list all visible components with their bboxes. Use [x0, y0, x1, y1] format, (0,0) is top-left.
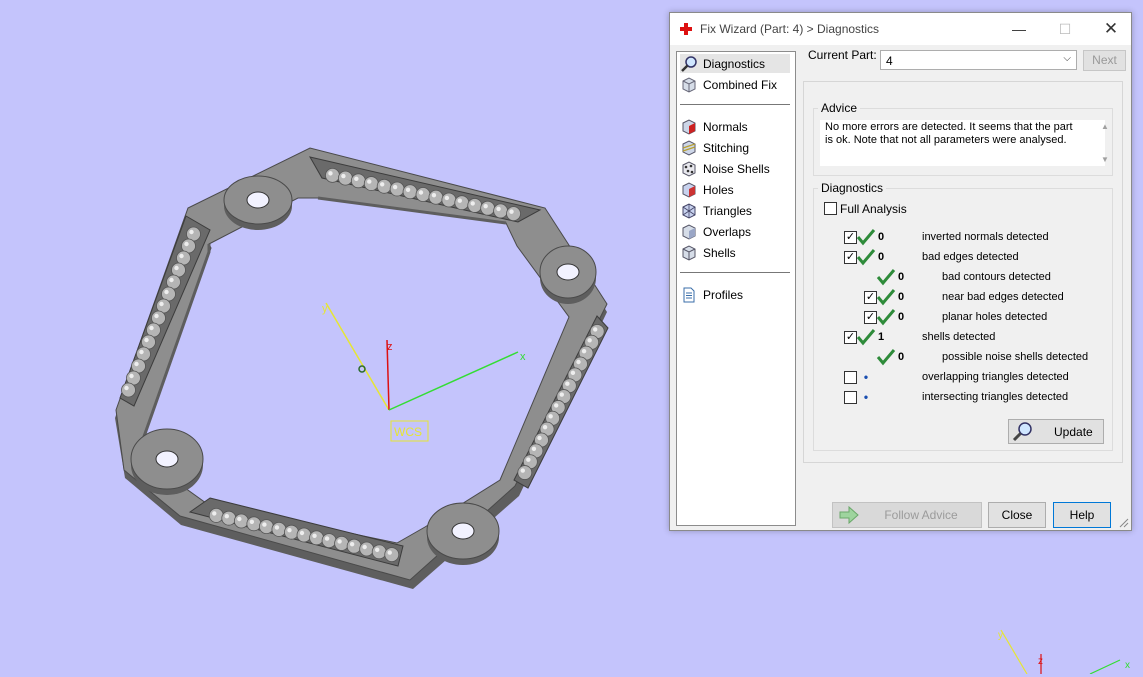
- update-label: Update: [1054, 424, 1093, 439]
- green-check-icon: [876, 309, 896, 326]
- green-check-icon: [876, 289, 896, 306]
- advice-title: Advice: [818, 101, 861, 115]
- wcs-z-label: z: [387, 341, 393, 353]
- magnifier-icon: [1012, 421, 1032, 441]
- diagnostic-label: bad contours detected: [942, 271, 1051, 283]
- nav-label: Overlaps: [703, 224, 752, 239]
- diagnostic-label: overlapping triangles detected: [922, 371, 1069, 383]
- maximize-button[interactable]: ☐: [1042, 13, 1088, 45]
- diagnostic-label: possible noise shells detected: [942, 351, 1089, 363]
- triangles-icon: [682, 202, 696, 219]
- green-check-icon: [856, 229, 876, 246]
- nav-label: Holes: [703, 182, 734, 197]
- nav-item-combined-fix[interactable]: Combined Fix: [680, 75, 790, 94]
- nav-divider: [680, 104, 790, 105]
- mini-y-axis: [1000, 629, 1028, 674]
- wizard-nav: Diagnostics Combined Fix Normals Stitchi…: [676, 51, 796, 526]
- mini-y-label: y: [998, 630, 1003, 641]
- follow-advice-label: Follow Advice: [884, 508, 958, 522]
- scroll-up-icon[interactable]: ▲: [1097, 122, 1114, 131]
- nav-item-holes[interactable]: Holes: [680, 180, 790, 199]
- mini-x-label: x: [1125, 660, 1130, 671]
- next-button[interactable]: Next: [1083, 50, 1126, 71]
- advice-text: No more errors are detected. It seems th…: [825, 121, 1073, 146]
- wcs-y-label: y: [322, 303, 328, 315]
- arrow-right-icon: [839, 506, 859, 524]
- overlaps-icon: [682, 223, 696, 240]
- not-analysed-icon: •: [863, 390, 869, 404]
- window-close-button[interactable]: ✕: [1088, 13, 1134, 45]
- diagnostic-count: 0: [878, 231, 885, 243]
- diagnostic-label: inverted normals detected: [922, 231, 1049, 243]
- red-cross-icon: [680, 23, 692, 35]
- advice-scrollbar[interactable]: ▲ ▼: [1088, 120, 1109, 166]
- fix-wizard-dialog: Fix Wizard (Part: 4) > Diagnostics — ☐ ✕…: [669, 12, 1132, 531]
- wcs-x-axis: [388, 351, 519, 411]
- current-part-value: 4: [886, 54, 893, 68]
- nav-item-stitching[interactable]: Stitching: [680, 138, 790, 157]
- wcs-label: WCS: [394, 425, 422, 439]
- nav-item-triangles[interactable]: Triangles: [680, 201, 790, 220]
- nav-label: Normals: [703, 119, 748, 134]
- shells-icon: [682, 244, 696, 261]
- wcs-y-axis: [325, 302, 390, 411]
- current-part-label: Current Part:: [808, 48, 877, 62]
- magnifier-icon: [681, 55, 697, 72]
- nav-label: Diagnostics: [703, 56, 766, 71]
- diagnostic-count: 0: [898, 271, 905, 283]
- mini-x-axis: [1089, 659, 1121, 674]
- chevron-down-icon: ⌵: [1063, 53, 1071, 64]
- diagnostic-count: 0: [898, 291, 905, 303]
- current-part-select[interactable]: 4 ⌵: [880, 50, 1077, 70]
- follow-advice-button[interactable]: Follow Advice: [832, 502, 982, 528]
- diagnostic-count: 0: [898, 351, 905, 363]
- diagnostic-label: planar holes detected: [942, 311, 1048, 323]
- noise-shells-icon: [682, 160, 696, 177]
- nav-divider: [680, 272, 790, 273]
- green-check-icon: [876, 349, 896, 366]
- resize-grip-icon[interactable]: [1119, 518, 1129, 528]
- nav-item-profiles[interactable]: Profiles: [680, 285, 790, 304]
- not-analysed-icon: •: [863, 370, 869, 384]
- title-bar[interactable]: Fix Wizard (Part: 4) > Diagnostics — ☐ ✕: [670, 13, 1131, 45]
- nav-label: Combined Fix: [703, 77, 778, 92]
- diagnostic-count: 0: [878, 251, 885, 263]
- scroll-down-icon[interactable]: ▼: [1097, 155, 1114, 164]
- green-check-icon: [856, 329, 876, 346]
- nav-label: Stitching: [703, 140, 750, 155]
- nav-item-diagnostics[interactable]: Diagnostics: [680, 54, 790, 73]
- help-button[interactable]: Help: [1053, 502, 1111, 528]
- nav-label: Noise Shells: [703, 161, 770, 176]
- advice-textbox[interactable]: No more errors are detected. It seems th…: [820, 120, 1109, 166]
- nav-label: Profiles: [703, 287, 744, 302]
- nav-item-shells[interactable]: Shells: [680, 243, 790, 262]
- diagnostic-label: near bad edges detected: [942, 291, 1064, 303]
- diagnostic-label: shells detected: [922, 331, 996, 343]
- diagnostics-title: Diagnostics: [818, 181, 887, 195]
- stitching-icon: [682, 139, 696, 156]
- close-button[interactable]: Close: [988, 502, 1046, 528]
- document-icon: [683, 287, 695, 302]
- nav-item-overlaps[interactable]: Overlaps: [680, 222, 790, 241]
- nav-label: Shells: [703, 245, 736, 260]
- diagnostic-label: bad edges detected: [922, 251, 1019, 263]
- full-analysis-checkbox[interactable]: [824, 202, 837, 215]
- holes-icon: [682, 181, 696, 198]
- minimize-button[interactable]: —: [996, 13, 1042, 45]
- diagnostic-count: 0: [898, 311, 905, 323]
- update-button[interactable]: Update: [1008, 419, 1104, 444]
- normals-icon: [682, 118, 696, 135]
- nav-label: Triangles: [703, 203, 752, 218]
- green-check-icon: [876, 269, 896, 286]
- window-title: Fix Wizard (Part: 4) > Diagnostics: [700, 22, 880, 36]
- full-analysis-label[interactable]: Full Analysis: [840, 202, 907, 216]
- cube-icon: [682, 76, 696, 93]
- diagnostic-count: 1: [878, 331, 885, 343]
- wcs-x-label: x: [520, 351, 526, 363]
- diagnostic-label: intersecting triangles detected: [922, 391, 1069, 403]
- nav-item-noise-shells[interactable]: Noise Shells: [680, 159, 790, 178]
- green-check-icon: [856, 249, 876, 266]
- nav-item-normals[interactable]: Normals: [680, 117, 790, 136]
- mini-z-label: z: [1038, 656, 1043, 667]
